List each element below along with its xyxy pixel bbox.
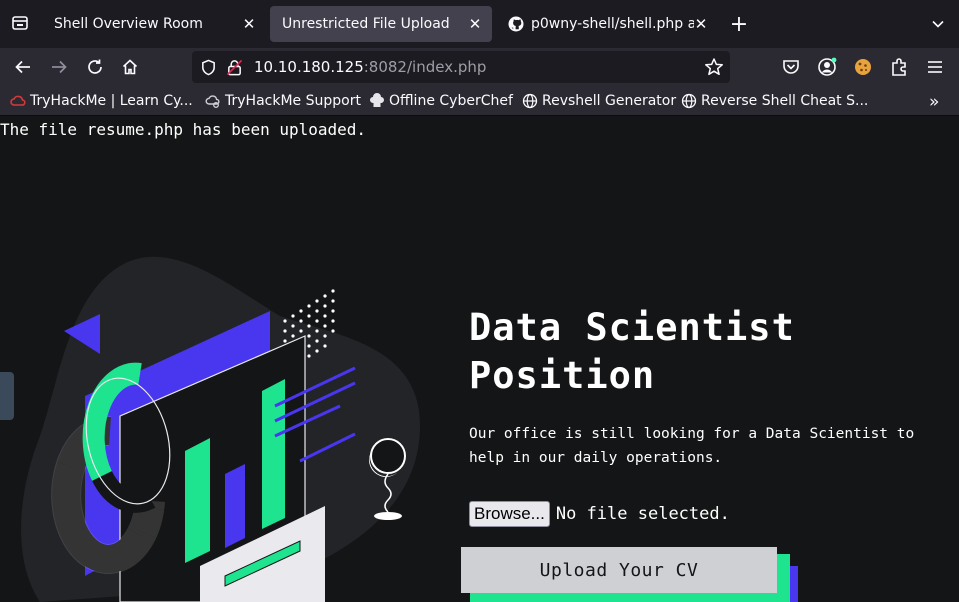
bookmark-tryhackme-support[interactable]: TryHackMe Support [205, 92, 361, 110]
hamburger-menu-icon[interactable] [925, 57, 945, 77]
headline-line-2: Position [469, 354, 656, 397]
bookmark-label: TryHackMe Support [225, 93, 361, 109]
url-text[interactable]: 10.10.180.125:8082/index.php [254, 58, 486, 76]
file-status-text: No file selected. [555, 504, 730, 524]
tryhackme-icon [10, 95, 26, 106]
bookmark-revshell-generator[interactable]: Revshell Generator [522, 92, 676, 110]
reload-button[interactable] [81, 53, 109, 81]
bookmark-label: Reverse Shell Cheat S... [701, 93, 869, 109]
url-path: :8082/index.php [363, 58, 487, 76]
home-icon [122, 59, 138, 75]
chevron-down-icon [932, 20, 944, 28]
page-headline: Data Scientist Position [469, 304, 795, 400]
bookmarks-toolbar: TryHackMe | Learn Cy... TryHackMe Suppor… [0, 86, 959, 116]
plus-icon: + [729, 11, 749, 37]
tab-unrestricted-file-upload[interactable]: Unrestricted File Upload ✕ [270, 6, 492, 42]
bookmark-tryhackme[interactable]: TryHackMe | Learn Cy... [10, 92, 193, 110]
new-tab-button[interactable]: + [726, 11, 752, 37]
browse-button[interactable]: Browse... [469, 501, 550, 527]
job-description: Our office is still looking for a Data S… [469, 426, 915, 466]
address-bar[interactable]: 10.10.180.125:8082/index.php [192, 51, 730, 83]
url-host: 10.10.180.125 [254, 58, 364, 76]
home-button[interactable] [116, 53, 144, 81]
tab-label: Shell Overview Room [54, 16, 203, 32]
forward-button[interactable] [45, 53, 73, 81]
cookie-extension-icon[interactable] [853, 57, 873, 77]
globe-icon [681, 93, 697, 109]
tab-label: p0wny-shell/shell.php at [531, 16, 694, 32]
account-icon[interactable] [817, 57, 837, 77]
bookmark-label: Offline CyberChef [389, 93, 513, 109]
firefox-view-button[interactable] [6, 9, 34, 37]
bookmark-star-icon[interactable] [704, 57, 724, 77]
arrow-right-icon [52, 60, 67, 74]
sidebar-handle[interactable] [0, 372, 14, 420]
close-tab-icon[interactable]: ✕ [240, 15, 258, 33]
data-analytics-illustration [21, 256, 420, 602]
page-content: The file resume.php has been uploaded. D… [0, 116, 959, 602]
extensions-puzzle-icon[interactable] [889, 57, 909, 77]
headline-line-1: Data Scientist [469, 306, 795, 349]
pocket-icon[interactable] [781, 57, 801, 77]
tab-label: Unrestricted File Upload [282, 16, 450, 32]
bookmark-label: Revshell Generator [542, 93, 677, 109]
upload-cv-button[interactable]: Upload Your CV [461, 547, 777, 593]
more-bookmarks-chevron-icon[interactable]: » [929, 92, 939, 112]
tab-shell-overview[interactable]: Shell Overview Room ✕ [42, 6, 266, 42]
cloud-gear-icon [205, 95, 220, 108]
bookmark-reverse-shell-cheat-sheet[interactable]: Reverse Shell Cheat S... [681, 92, 868, 110]
chef-hat-icon [370, 93, 384, 107]
insecure-lock-icon[interactable] [226, 59, 243, 76]
close-tab-icon[interactable]: ✕ [466, 15, 484, 33]
upload-status-message: The file resume.php has been uploaded. [0, 120, 367, 139]
list-all-tabs-button[interactable] [926, 12, 950, 36]
shield-icon[interactable] [200, 59, 217, 76]
navigation-toolbar: 10.10.180.125:8082/index.php [0, 48, 959, 86]
tab-strip: Shell Overview Room ✕ Unrestricted File … [0, 0, 959, 48]
close-tab-icon[interactable]: ✕ [692, 15, 710, 33]
bookmark-label: TryHackMe | Learn Cy... [30, 93, 193, 109]
tab-p0wny-shell[interactable]: p0wny-shell/shell.php at ✕ [496, 6, 718, 42]
button-accent-edge [790, 566, 798, 602]
globe-icon [522, 93, 538, 109]
reload-icon [88, 59, 102, 74]
arrow-left-icon [15, 60, 30, 74]
file-input[interactable]: Browse... No file selected. [469, 501, 730, 527]
firefox-view-icon [12, 16, 28, 30]
github-icon [508, 16, 524, 32]
back-button[interactable] [9, 53, 37, 81]
bookmark-offline-cyberchef[interactable]: Offline CyberChef [369, 92, 513, 110]
